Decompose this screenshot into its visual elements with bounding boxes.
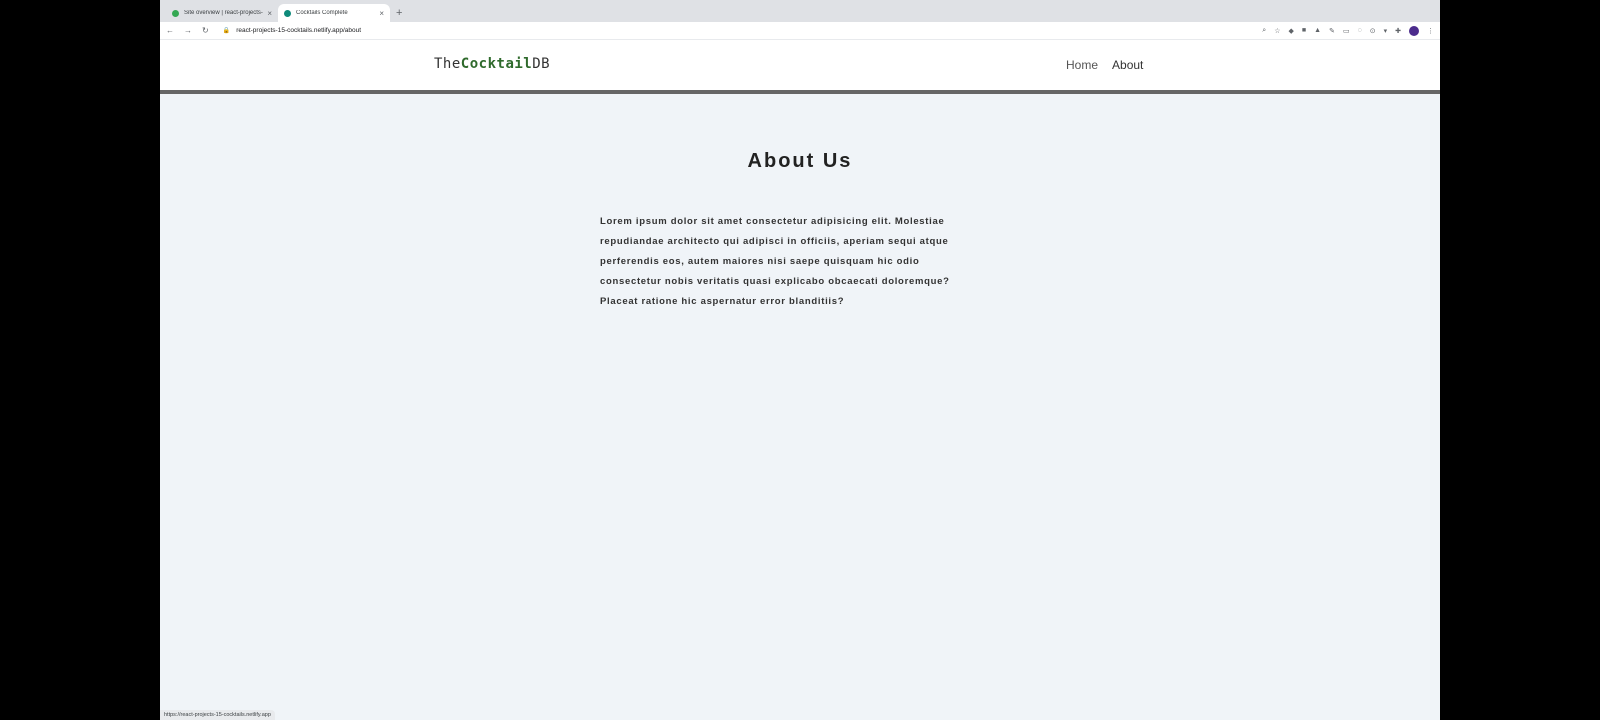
logo-part: Cocktail [460,56,533,72]
tab-title: Cocktails Complete [296,10,348,16]
extension-icon[interactable]: ✎ [1329,27,1335,35]
cocktails-favicon-icon [284,9,291,17]
puzzle-icon[interactable]: ✚ [1395,27,1401,35]
extension-icon[interactable]: ▭ [1343,27,1350,35]
nav-links: Home About [1066,58,1143,72]
new-tab-icon[interactable]: + [396,7,402,22]
address-bar[interactable]: 🔒 react-projects-15-cocktails.netlify.ap… [223,27,1263,34]
page-title: About Us [747,150,853,172]
forward-icon[interactable]: → [184,26,192,35]
reload-icon[interactable]: ↻ [202,26,209,35]
nav-link-about[interactable]: About [1112,58,1143,72]
tab-site-overview[interactable]: Site overview | react-projects- × [166,4,278,22]
search-icon[interactable]: ⌕ [1262,27,1266,35]
extension-icons: ⌕ ☆ ◆ ■ ▲ ✎ ▭ ◌ ⊙ ▾ ✚ ⋮ [1262,25,1434,36]
browser-window: Site overview | react-projects- × Cockta… [160,0,1440,720]
extension-icon[interactable]: ◆ [1289,27,1294,35]
logo-part: The [434,56,461,72]
about-paragraph: Lorem ipsum dolor sit amet consectetur a… [600,216,950,307]
tab-cocktails[interactable]: Cocktails Complete × [278,4,390,22]
nav-link-home[interactable]: Home [1066,58,1098,72]
extension-icon[interactable]: ▾ [1384,27,1388,35]
profile-avatar[interactable] [1409,25,1419,36]
tab-title: Site overview | react-projects- [184,10,263,16]
url-text: react-projects-15-cocktails.netlify.app/… [236,27,362,34]
close-tab-icon[interactable]: × [379,9,384,18]
status-bar-url: https://react-projects-15-cocktails.netl… [160,710,275,720]
close-tab-icon[interactable]: × [267,9,272,18]
kebab-menu-icon[interactable]: ⋮ [1427,27,1434,35]
extension-icon[interactable]: ▲ [1314,27,1321,34]
extension-icon[interactable]: ⊙ [1370,27,1376,35]
extension-icon[interactable]: ■ [1302,27,1306,34]
lock-icon: 🔒 [222,28,231,34]
site-logo[interactable]: TheCocktailDB [434,56,550,72]
extension-icon[interactable]: ◌ [1358,27,1362,34]
back-icon[interactable]: ← [166,26,174,35]
tab-strip: Site overview | react-projects- × Cockta… [160,0,1440,22]
netlify-favicon-icon [172,9,179,17]
logo-part: DB [532,56,551,72]
star-icon[interactable]: ☆ [1274,27,1280,35]
browser-toolbar: ← → ↻ 🔒 react-projects-15-cocktails.netl… [160,22,1440,40]
site-navbar: TheCocktailDB Home About [160,40,1440,94]
